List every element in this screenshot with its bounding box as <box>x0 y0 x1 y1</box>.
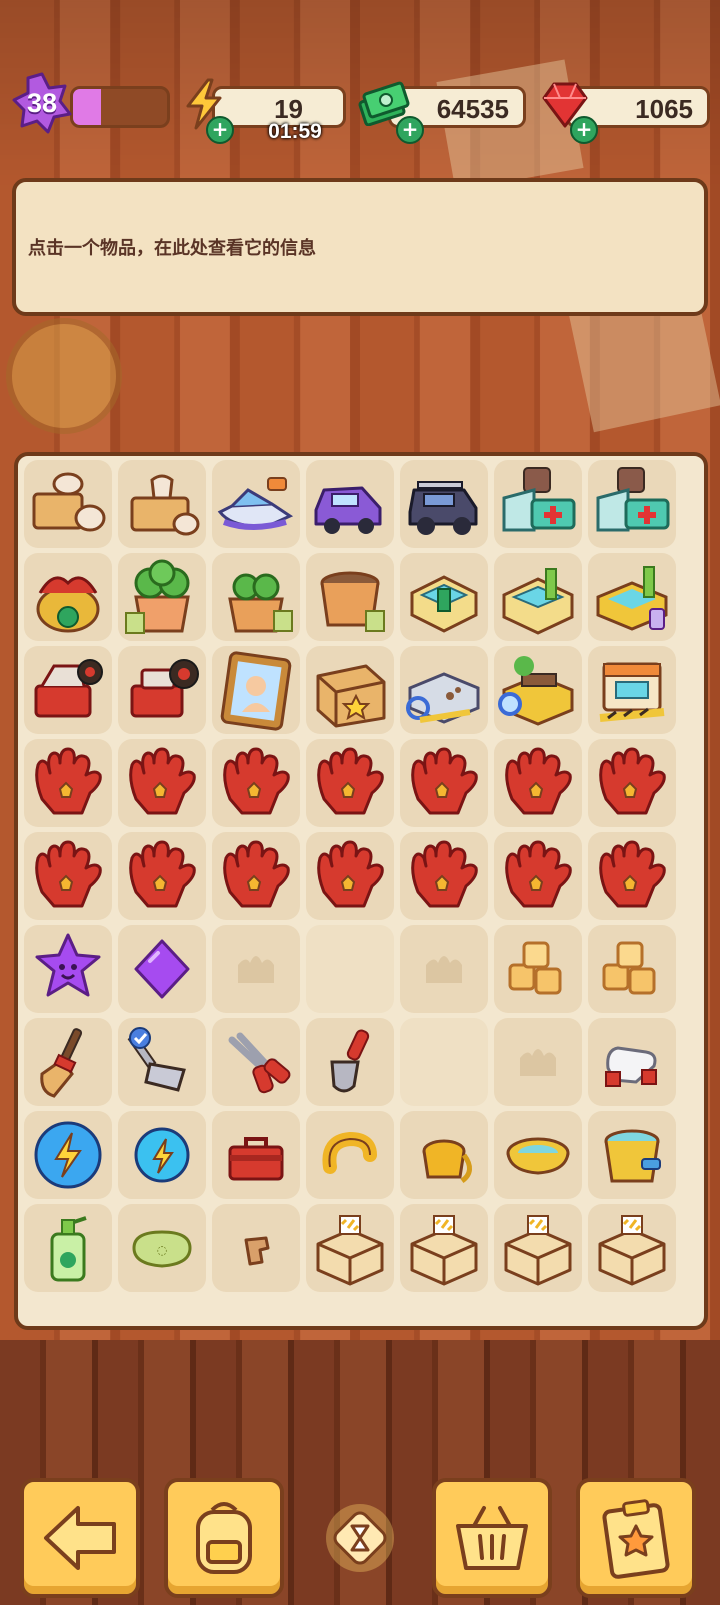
gem-value: 1065 <box>635 94 693 124</box>
board-cell[interactable] <box>24 739 112 827</box>
board-cell[interactable] <box>24 832 112 920</box>
board-cell[interactable] <box>400 460 488 548</box>
board-cell[interactable] <box>212 832 300 920</box>
board-cell[interactable] <box>24 925 112 1013</box>
info-hint-text: 点击一个物品，在此处查看它的信息 <box>28 238 316 259</box>
board-cell[interactable] <box>494 460 582 548</box>
board-cell[interactable] <box>24 1018 112 1106</box>
board-cell-empty[interactable] <box>400 1018 488 1106</box>
board-cell[interactable] <box>494 646 582 734</box>
add-cash-button[interactable]: + <box>396 116 424 144</box>
board-cell[interactable] <box>212 739 300 827</box>
board-cell[interactable] <box>494 832 582 920</box>
clipboard-star-icon <box>602 1499 670 1579</box>
hourglass-icon[interactable] <box>322 1500 398 1576</box>
basket-button[interactable] <box>432 1478 552 1598</box>
backpack-button[interactable] <box>164 1478 284 1598</box>
board-cell[interactable] <box>306 646 394 734</box>
board-cell[interactable] <box>212 1111 300 1199</box>
board-cell[interactable] <box>494 1111 582 1199</box>
resource-bar: 38 19 + 01:59 64535 + 1065 + <box>0 0 720 160</box>
board-cell[interactable] <box>588 460 676 548</box>
back-arrow-icon <box>44 1506 116 1570</box>
board-cell[interactable] <box>118 832 206 920</box>
board-cell[interactable] <box>400 553 488 641</box>
tasks-button[interactable] <box>576 1478 696 1598</box>
board-cell[interactable] <box>306 832 394 920</box>
item-info-panel: 点击一个物品，在此处查看它的信息 <box>12 178 708 316</box>
board-cell[interactable] <box>306 1111 394 1199</box>
add-energy-button[interactable]: + <box>206 116 234 144</box>
board-cell[interactable] <box>588 832 676 920</box>
player-level: 38 <box>26 88 58 118</box>
board-cell[interactable] <box>400 1204 488 1292</box>
board-cell[interactable] <box>588 553 676 641</box>
basket-icon <box>456 1506 528 1570</box>
board-cell[interactable] <box>306 1204 394 1292</box>
board-cell[interactable] <box>306 553 394 641</box>
board-cell[interactable] <box>588 925 676 1013</box>
board-cell[interactable] <box>24 460 112 548</box>
board-cell[interactable] <box>212 553 300 641</box>
xp-progress-bar <box>70 86 170 128</box>
board-cell[interactable] <box>494 1204 582 1292</box>
board-cell[interactable] <box>24 646 112 734</box>
board-cell[interactable] <box>400 739 488 827</box>
board-cell[interactable] <box>118 646 206 734</box>
board-cell[interactable] <box>400 646 488 734</box>
board-cell[interactable] <box>24 1111 112 1199</box>
board-cell-empty[interactable] <box>306 925 394 1013</box>
board-cell[interactable] <box>212 1018 300 1106</box>
board-cell[interactable] <box>24 1204 112 1292</box>
board-cell[interactable] <box>212 460 300 548</box>
board-cell[interactable] <box>212 646 300 734</box>
board-cell[interactable] <box>400 832 488 920</box>
board-cell[interactable] <box>494 739 582 827</box>
board-cell[interactable] <box>588 1111 676 1199</box>
board-cell[interactable] <box>588 1204 676 1292</box>
board-cell[interactable] <box>494 553 582 641</box>
board-cell[interactable] <box>588 646 676 734</box>
board-cell[interactable] <box>588 1018 676 1106</box>
add-gems-button[interactable]: + <box>570 116 598 144</box>
board-cell[interactable]: ◌ <box>118 1204 206 1292</box>
board-cell[interactable] <box>118 1111 206 1199</box>
backpack-icon <box>196 1502 252 1574</box>
board-cell-empty[interactable] <box>494 1018 582 1106</box>
board-cell[interactable] <box>400 1111 488 1199</box>
board-cell[interactable] <box>588 739 676 827</box>
board-cell[interactable] <box>494 925 582 1013</box>
board-cell[interactable] <box>306 460 394 548</box>
svg-text:◌: ◌ <box>157 1243 167 1257</box>
merge-board: ◌ <box>14 452 708 1330</box>
board-cell[interactable] <box>118 925 206 1013</box>
energy-timer: 01:59 <box>268 120 322 143</box>
board-cell[interactable] <box>118 1018 206 1106</box>
board-cell-empty[interactable] <box>212 925 300 1013</box>
board-cell[interactable] <box>212 1204 300 1292</box>
board-cell-empty[interactable] <box>400 925 488 1013</box>
star-medal-decoration <box>6 318 122 434</box>
board-cell[interactable] <box>306 1018 394 1106</box>
board-cell[interactable] <box>118 460 206 548</box>
board-cell[interactable] <box>306 739 394 827</box>
back-button[interactable] <box>20 1478 140 1598</box>
xp-progress-fill <box>73 89 102 125</box>
board-cell[interactable] <box>24 553 112 641</box>
board-cell[interactable] <box>118 739 206 827</box>
board-cell[interactable] <box>118 553 206 641</box>
cash-value: 64535 <box>436 94 509 124</box>
